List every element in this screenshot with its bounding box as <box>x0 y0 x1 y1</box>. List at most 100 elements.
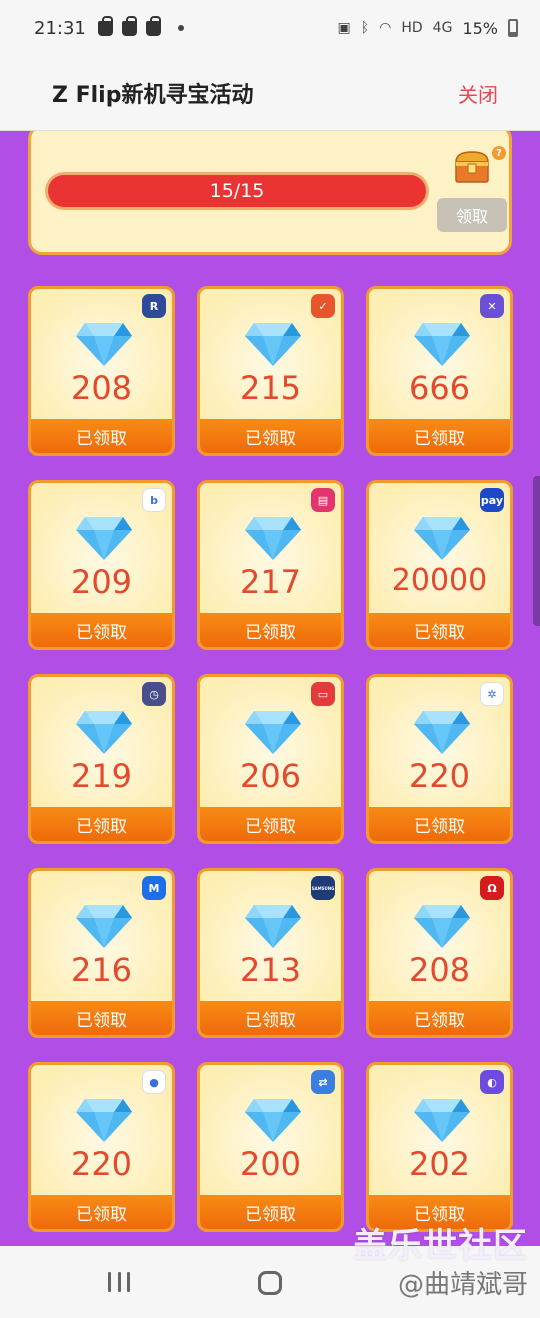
reward-card[interactable]: ◐ 202 已领取 <box>366 1062 513 1232</box>
battery-percent: 15% <box>462 18 498 38</box>
claimed-status-label: 已领取 <box>31 613 172 647</box>
reward-value: 219 <box>70 757 133 795</box>
reward-value: 216 <box>70 951 133 989</box>
reward-value: 206 <box>239 757 302 795</box>
claimed-status-label: 已领取 <box>31 1195 172 1229</box>
music-headphones-icon: Ω <box>480 876 504 900</box>
diamond-icon <box>76 517 132 560</box>
diamond-icon <box>76 1099 132 1142</box>
claimed-status-label: 已领取 <box>369 613 510 647</box>
reward-value: 209 <box>70 563 133 601</box>
claimed-status-label: 已领取 <box>31 1001 172 1035</box>
samsung-pay-icon: pay <box>480 488 504 512</box>
signal-4g-label: 4G <box>432 20 453 36</box>
reward-value: 215 <box>239 369 302 407</box>
watermark-author: @曲靖斌哥 <box>397 1270 528 1300</box>
shopping-bag-icon <box>97 15 113 36</box>
diamond-icon <box>414 905 470 948</box>
reward-card[interactable]: ● 220 已领取 <box>28 1062 175 1232</box>
samsung-members-icon: M <box>142 876 166 900</box>
claimed-status-label: 已领取 <box>200 419 341 453</box>
status-icons: ▣ ᛒ ◠ HD 4G 15% <box>337 18 518 38</box>
diamond-icon <box>245 711 301 754</box>
claimed-status-label: 已领取 <box>200 613 341 647</box>
battery-icon <box>508 19 518 37</box>
reward-grid: R 208 已领取 ✓ 215 已领取 ✕ 666 已领取 b 209 已领取 ▤ 217 已领取 pay 20… <box>28 286 513 1232</box>
home-button[interactable] <box>258 1271 282 1295</box>
claimed-status-label: 已领取 <box>200 807 341 841</box>
reward-value: 208 <box>408 951 471 989</box>
reward-card[interactable]: ✕ 666 已领取 <box>366 286 513 456</box>
progress-fill: 15/15 <box>48 175 426 207</box>
watermark-community: 盖乐世社区 <box>353 1226 528 1266</box>
reward-card[interactable]: pay 20000 已领取 <box>366 480 513 650</box>
reward-card[interactable]: ◷ 219 已领取 <box>28 674 175 844</box>
treasure-chest-icon[interactable] <box>453 150 491 184</box>
reward-card[interactable]: Ω 208 已领取 <box>366 868 513 1038</box>
bixby-vision-icon: ● <box>142 1070 166 1094</box>
status-time: 21:31 <box>34 17 86 39</box>
diamond-icon <box>414 711 470 754</box>
reward-value: 200 <box>239 1145 302 1183</box>
page-title: Z Flip新机寻宝活动 <box>52 83 254 108</box>
claimed-status-label: 已领取 <box>31 419 172 453</box>
notification-dot-icon <box>177 25 184 31</box>
galaxy-store-icon: ▤ <box>311 488 335 512</box>
reward-value: 202 <box>408 1145 471 1183</box>
close-button[interactable]: 关闭 <box>458 79 498 108</box>
diamond-icon <box>245 1099 301 1142</box>
claimed-status-label: 已领取 <box>369 1001 510 1035</box>
reward-card[interactable]: SAMSUNG 213 已领取 <box>197 868 344 1038</box>
game-launcher-icon: ✕ <box>480 294 504 318</box>
diamond-icon <box>76 711 132 754</box>
shopping-bag-icon <box>145 15 161 36</box>
reward-value: 220 <box>70 1145 133 1183</box>
samsung-rewards-icon: R <box>142 294 166 318</box>
claim-button[interactable]: 领取 <box>437 198 507 232</box>
reward-value: 220 <box>408 757 471 795</box>
samsung-mall-icon: SAMSUNG <box>311 876 335 900</box>
reward-card[interactable]: ▭ 206 已领取 <box>197 674 344 844</box>
smart-switch-icon: ⇄ <box>311 1070 335 1094</box>
reward-value: 666 <box>408 369 471 407</box>
reward-card[interactable]: M 216 已领取 <box>28 868 175 1038</box>
diamond-icon <box>245 323 301 366</box>
diamond-icon <box>245 517 301 560</box>
activity-content[interactable]: 15/15 ? 领取 R 208 已领取 ✓ 215 已领取 ✕ 666 已领取 b 209 已领取 ▤… <box>0 131 540 1246</box>
reward-value: 213 <box>239 951 302 989</box>
diamond-icon <box>245 905 301 948</box>
shopping-bag-icon <box>121 15 137 36</box>
reward-card[interactable]: b 209 已领取 <box>28 480 175 650</box>
claimed-status-label: 已领取 <box>200 1001 341 1035</box>
help-icon[interactable]: ? <box>492 146 506 160</box>
wifi-icon: ◠ <box>379 20 392 36</box>
status-bar: 21:31 ▣ ᛒ ◠ HD 4G 15% <box>0 0 540 56</box>
app-header: Z Flip新机寻宝活动 关闭 <box>0 56 540 131</box>
reminder-icon: ✓ <box>311 294 335 318</box>
reward-card[interactable]: R 208 已领取 <box>28 286 175 456</box>
reward-value: 208 <box>70 369 133 407</box>
reward-card[interactable]: ▤ 217 已领取 <box>197 480 344 650</box>
claimed-status-label: 已领取 <box>31 807 172 841</box>
reward-card[interactable]: ⇄ 200 已领取 <box>197 1062 344 1232</box>
diamond-icon <box>414 323 470 366</box>
bluetooth-icon: ᛒ <box>360 20 370 36</box>
claimed-status-label: 已领取 <box>200 1195 341 1229</box>
network-hd-label: HD <box>401 20 423 36</box>
side-handle[interactable] <box>533 476 540 626</box>
recents-button[interactable] <box>108 1272 130 1292</box>
reward-card[interactable]: ✲ 220 已领取 <box>366 674 513 844</box>
progress-card: 15/15 ? 领取 <box>28 131 512 255</box>
progress-bar: 15/15 <box>45 172 429 210</box>
bixby-icon: b <box>142 488 166 512</box>
diamond-icon <box>76 905 132 948</box>
smartthings-icon: ✲ <box>480 682 504 706</box>
diamond-icon <box>414 517 470 560</box>
message-icon: ▣ <box>337 20 351 36</box>
reward-value: 20000 <box>391 563 488 598</box>
reward-card[interactable]: ✓ 215 已领取 <box>197 286 344 456</box>
clock-icon: ◷ <box>142 682 166 706</box>
diamond-icon <box>414 1099 470 1142</box>
claimed-status-label: 已领取 <box>369 807 510 841</box>
samsung-internet-icon: ◐ <box>480 1070 504 1094</box>
